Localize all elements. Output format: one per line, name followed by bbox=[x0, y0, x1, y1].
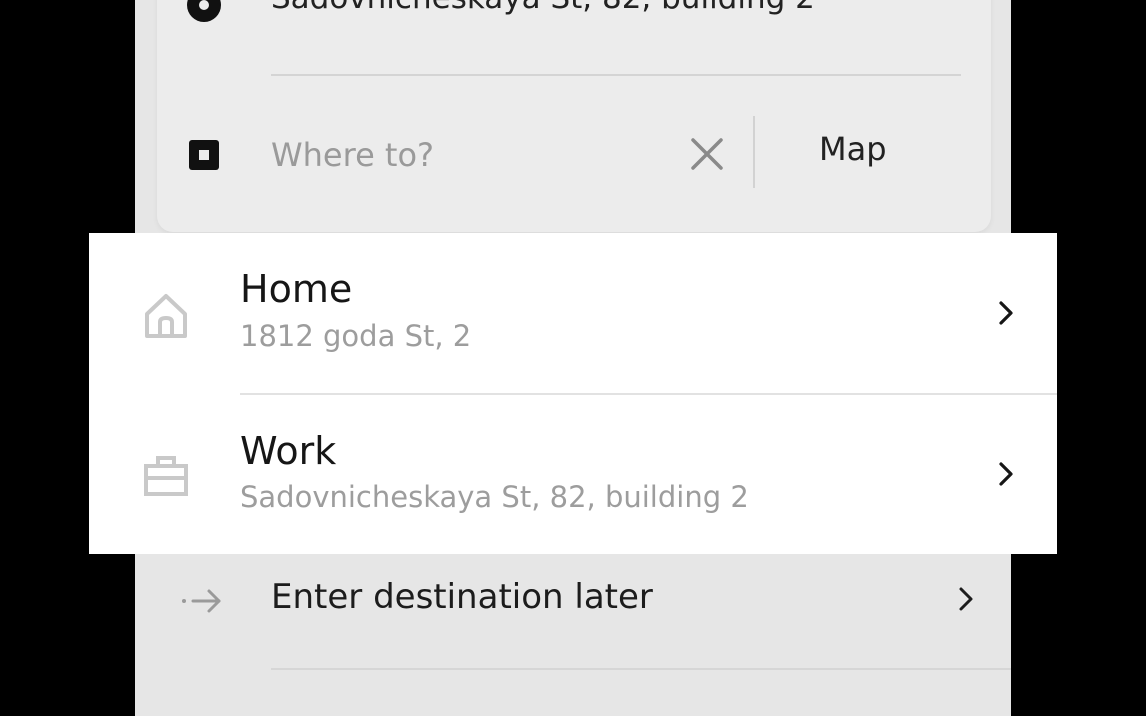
close-icon[interactable] bbox=[687, 134, 727, 174]
chevron-right-icon bbox=[999, 462, 1013, 486]
enter-destination-later-row[interactable]: Enter destination later bbox=[135, 560, 1011, 670]
saved-place-address: 1812 goda St, 2 bbox=[240, 319, 472, 353]
destination-input[interactable] bbox=[271, 130, 571, 180]
map-button[interactable]: Map bbox=[819, 130, 887, 168]
saved-place-home[interactable]: Home 1812 goda St, 2 bbox=[89, 233, 1057, 393]
list-divider bbox=[271, 668, 1011, 670]
home-icon bbox=[145, 294, 187, 338]
card-divider bbox=[271, 74, 961, 76]
saved-place-title: Work bbox=[240, 429, 337, 473]
route-search-card: Sadovnicheskaya St, 82, building 2 Map bbox=[157, 0, 991, 232]
saved-place-title: Home bbox=[240, 267, 353, 311]
saved-places-popup: Home 1812 goda St, 2 Work Sadovnicheskay… bbox=[89, 233, 1057, 554]
enter-destination-later-label: Enter destination later bbox=[271, 577, 653, 617]
briefcase-icon bbox=[144, 456, 188, 496]
pickup-address[interactable]: Sadovnicheskaya St, 82, building 2 bbox=[271, 0, 815, 16]
arrow-right-icon bbox=[182, 589, 221, 613]
chevron-right-icon bbox=[959, 587, 973, 611]
destination-square-icon bbox=[189, 140, 219, 170]
saved-place-work[interactable]: Work Sadovnicheskaya St, 82, building 2 bbox=[89, 394, 1057, 554]
saved-place-address: Sadovnicheskaya St, 82, building 2 bbox=[240, 480, 749, 514]
vertical-divider bbox=[753, 116, 755, 188]
pickup-dot-icon bbox=[187, 0, 221, 22]
chevron-right-icon bbox=[999, 301, 1013, 325]
